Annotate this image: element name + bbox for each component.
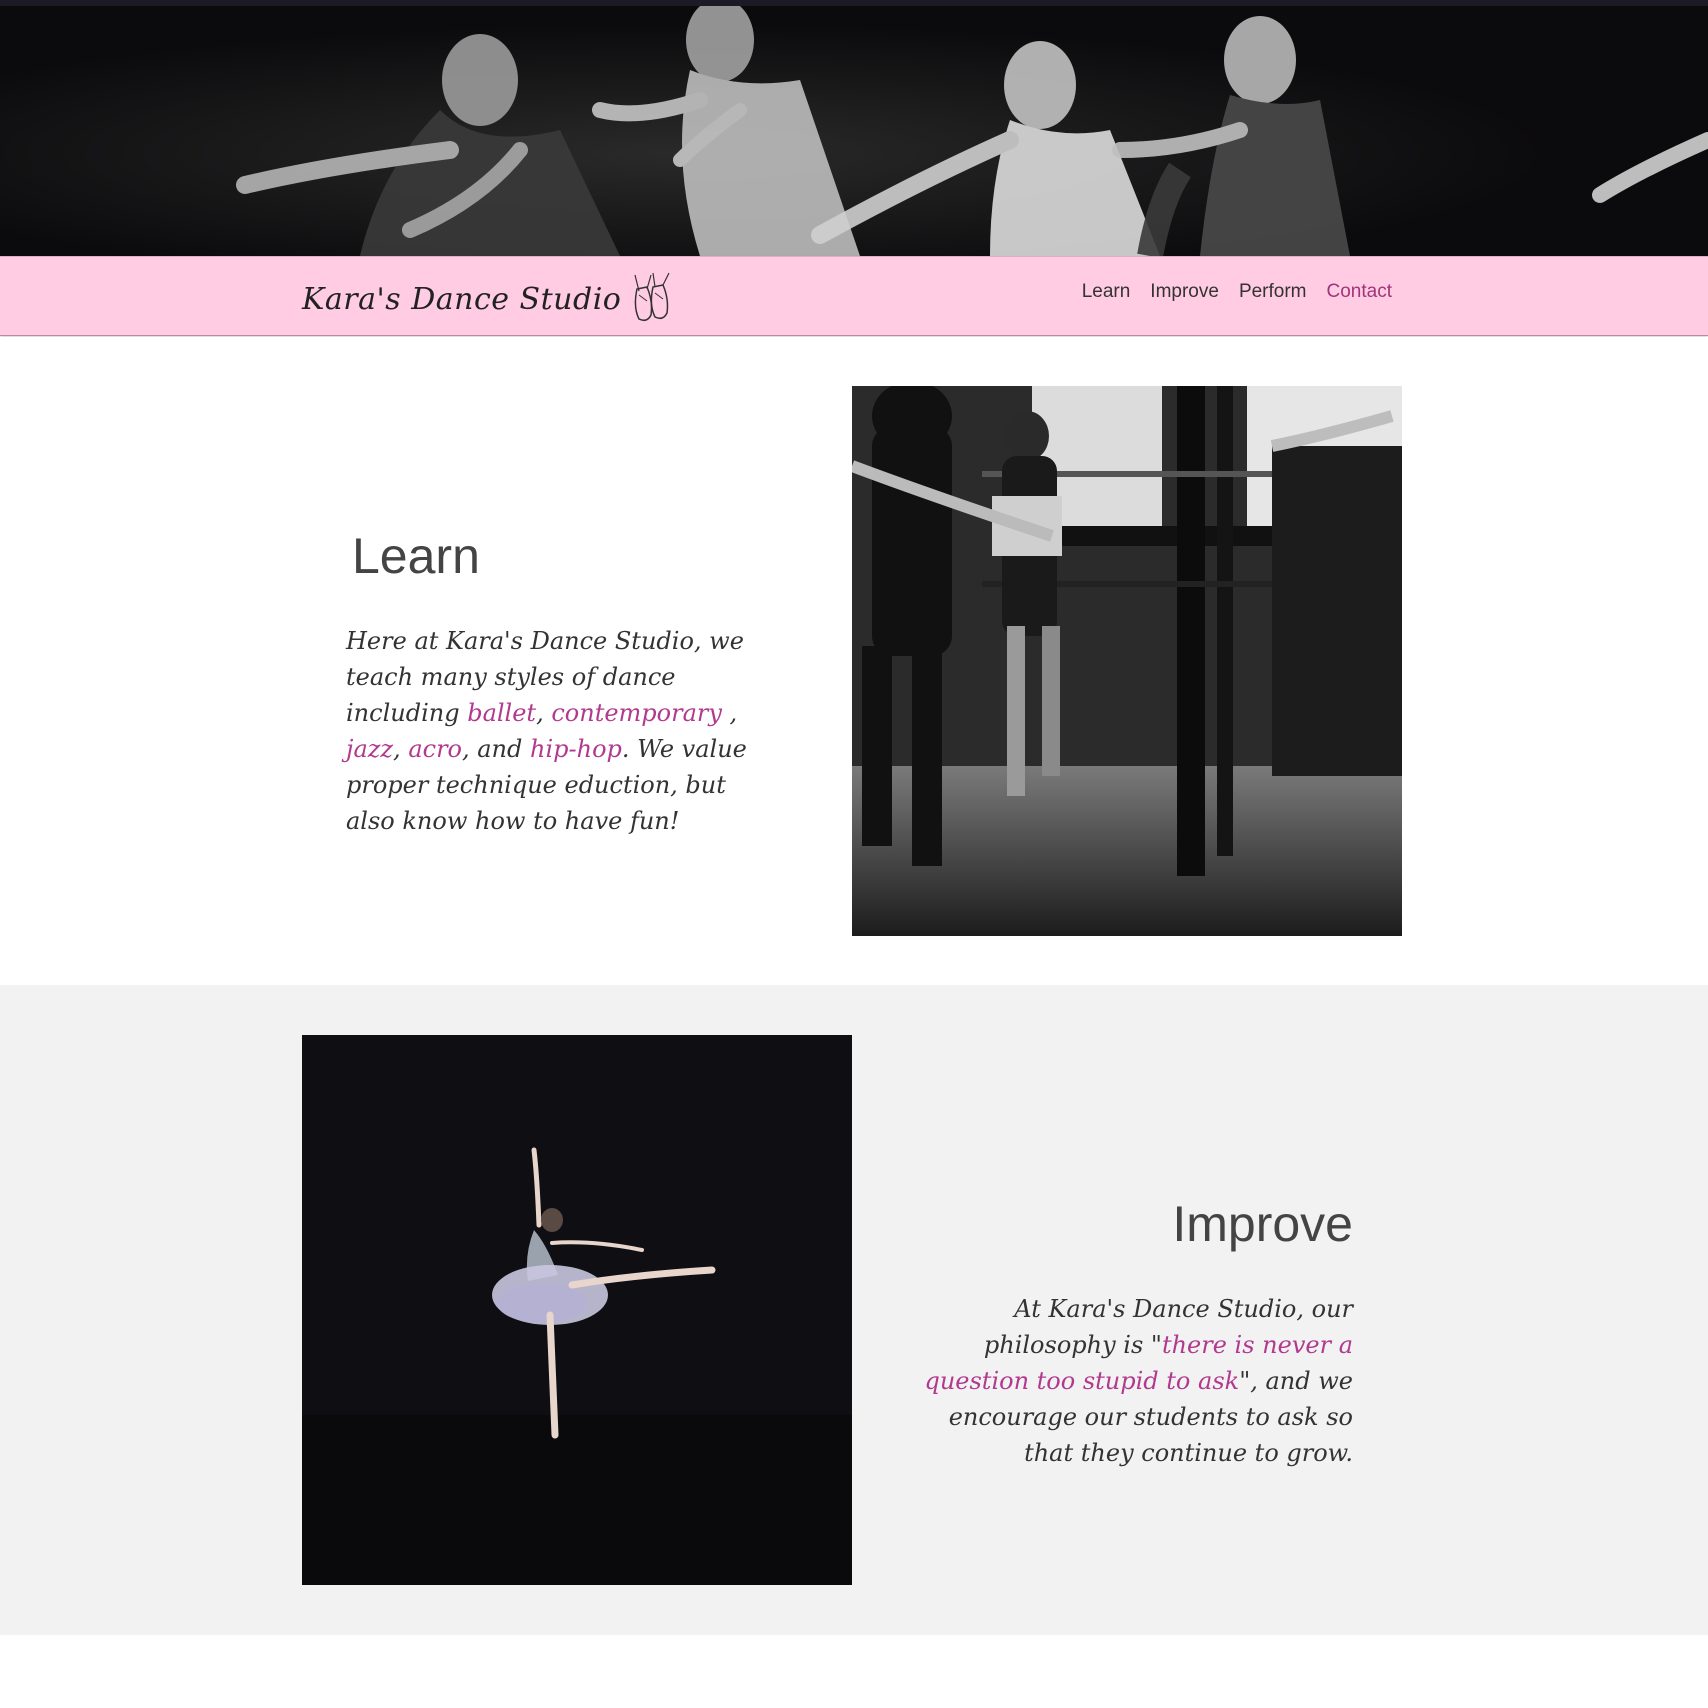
link-hip-hop[interactable]: hip-hop <box>530 735 622 763</box>
dancer-figure <box>811 41 1160 256</box>
separator: , <box>536 699 552 727</box>
link-contemporary[interactable]: contemporary <box>551 699 722 727</box>
link-acro[interactable]: acro <box>408 735 462 763</box>
brand-logo[interactable]: Kara's Dance Studio <box>302 271 675 328</box>
dancer-figure <box>236 34 620 256</box>
ballerina-arabesque-photo <box>302 1035 852 1585</box>
separator: , <box>393 735 409 763</box>
learn-section: Learn Here at Kara's Dance Studio, we te… <box>0 337 1708 985</box>
hero-banner <box>0 0 1708 256</box>
dancers-banner-image <box>236 0 1708 256</box>
link-jazz[interactable]: jazz <box>346 735 393 763</box>
nav-link-improve[interactable]: Improve <box>1150 281 1219 303</box>
improve-text-block: Improve At Kara's Dance Studio, our phil… <box>900 1195 1353 1471</box>
separator: , and <box>461 735 530 763</box>
link-ballet[interactable]: ballet <box>467 699 536 727</box>
improve-section: Improve At Kara's Dance Studio, our phil… <box>0 985 1708 1635</box>
improve-title: Improve <box>1172 1196 1353 1252</box>
nav-links: Learn Improve Perform Contact <box>1082 281 1392 303</box>
brand-name[interactable]: Kara's Dance Studio <box>302 282 621 317</box>
nav-link-contact[interactable]: Contact <box>1327 281 1392 303</box>
learn-text-block: Learn Here at Kara's Dance Studio, we te… <box>346 527 776 839</box>
nav-link-learn[interactable]: Learn <box>1082 281 1131 303</box>
navbar: Kara's Dance Studio Learn Improve Perfor… <box>0 256 1708 336</box>
nav-link-perform[interactable]: Perform <box>1239 281 1307 303</box>
learn-description: Here at Kara's Dance Studio, we teach ma… <box>346 623 776 839</box>
dancer-figure <box>592 0 860 256</box>
learn-title: Learn <box>352 528 480 584</box>
improve-description: At Kara's Dance Studio, our philosophy i… <box>900 1291 1353 1471</box>
top-border <box>0 0 1708 6</box>
separator: , <box>721 699 738 727</box>
dancers-at-barre-photo <box>852 386 1402 936</box>
dancer-figure <box>1112 16 1350 256</box>
pointe-shoes-icon <box>629 271 675 328</box>
